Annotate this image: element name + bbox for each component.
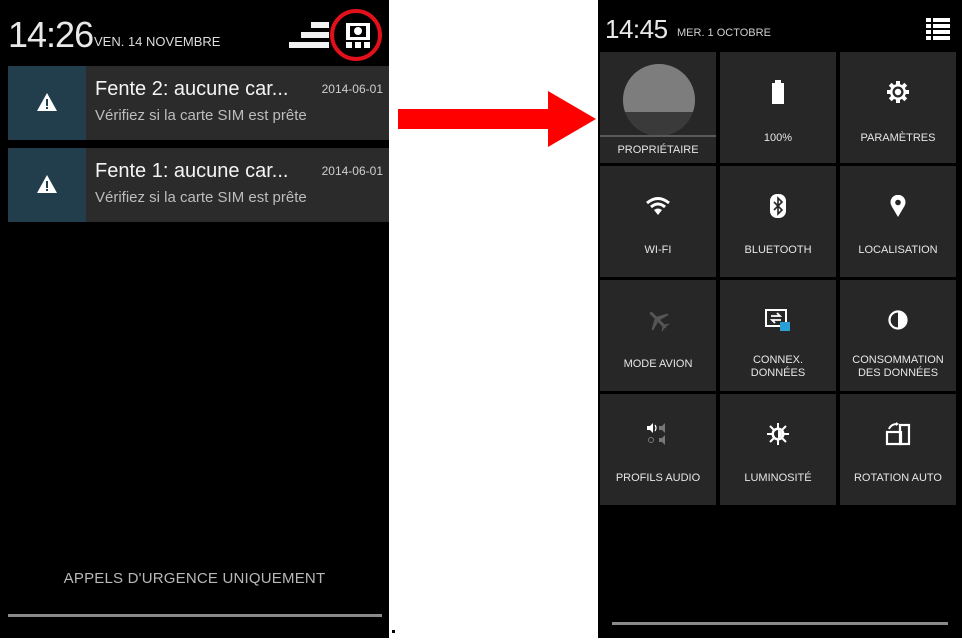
tile-location[interactable]: LOCALISATION (840, 166, 956, 277)
tile-label: 100% (763, 132, 793, 144)
battery-icon (720, 80, 836, 104)
tile-settings[interactable]: PARAMÈTRES (840, 52, 956, 163)
tile-label: WI-FI (644, 244, 672, 256)
clock: 14:45 (605, 14, 668, 44)
clock: 14:26 (8, 14, 94, 55)
auto-rotate-icon (840, 422, 956, 446)
tile-airplane-mode[interactable]: MODE AVION (600, 280, 716, 391)
quick-settings-panel: 14:45 MER. 1 OCTOBRE PROPRIÉTAIRE 100% P… (598, 0, 962, 638)
red-arrow-icon (398, 91, 596, 147)
wifi-icon (600, 194, 716, 218)
date: MER. 1 OCTOBRE (677, 27, 771, 39)
drag-handle[interactable] (612, 622, 948, 625)
warning-icon (8, 148, 86, 222)
notification-title: Fente 2: aucune car... (95, 78, 289, 100)
stray-dot (392, 630, 395, 633)
emergency-calls-only-label: APPELS D'URGENCE UNIQUEMENT (63, 570, 326, 587)
tile-label: ROTATION AUTO (853, 472, 942, 484)
tile-label: PROPRIÉTAIRE (617, 144, 699, 156)
data-connection-icon (720, 308, 836, 332)
clear-all-icon[interactable] (289, 22, 329, 50)
highlight-circle (330, 9, 382, 61)
brightness-icon (720, 422, 836, 446)
notification-time: 2014-06-01 (321, 164, 383, 178)
warning-icon (8, 66, 86, 140)
tile-bluetooth[interactable]: BLUETOOTH (720, 166, 836, 277)
tile-auto-rotate[interactable]: ROTATION AUTO (840, 394, 956, 505)
tile-label: LUMINOSITÉ (744, 472, 812, 484)
tile-wifi[interactable]: WI-FI (600, 166, 716, 277)
data-usage-icon (840, 308, 956, 332)
audio-profiles-icon (600, 422, 716, 446)
tile-brightness[interactable]: LUMINOSITÉ (720, 394, 836, 505)
tile-owner[interactable]: PROPRIÉTAIRE (600, 52, 716, 163)
tile-label: BLUETOOTH (744, 244, 812, 256)
gear-icon (840, 80, 956, 104)
notification-shade: 14:26 VEN. 14 NOVEMBRE Fente 2: aucune c… (0, 0, 389, 638)
notification-subtitle: Vérifiez si la carte SIM est prête (95, 189, 307, 206)
notification-title: Fente 1: aucune car... (95, 160, 289, 182)
notification-subtitle: Vérifiez si la carte SIM est prête (95, 107, 307, 124)
notification-item[interactable]: Fente 1: aucune car... 2014-06-01 Vérifi… (8, 148, 389, 222)
quick-settings-toggle-icon[interactable] (346, 23, 370, 49)
location-pin-icon (840, 194, 956, 218)
tile-label: LOCALISATION (858, 244, 938, 256)
notification-item[interactable]: Fente 2: aucune car... 2014-06-01 Vérifi… (8, 66, 389, 140)
avatar-icon (623, 64, 695, 136)
tile-battery[interactable]: 100% (720, 52, 836, 163)
tile-label: MODE AVION (623, 358, 693, 370)
tile-label: PARAMÈTRES (860, 132, 936, 144)
tile-audio-profiles[interactable]: PROFILS AUDIO (600, 394, 716, 505)
tile-data-usage[interactable]: CONSOMMATION DES DONNÉES (840, 280, 956, 391)
tile-label: CONSOMMATION DES DONNÉES (852, 354, 944, 379)
tile-label: PROFILS AUDIO (615, 472, 701, 484)
drag-handle[interactable] (8, 614, 382, 617)
date: VEN. 14 NOVEMBRE (94, 34, 221, 49)
notification-time: 2014-06-01 (321, 82, 383, 96)
tile-label: CONNEX. DONNÉES (750, 354, 806, 379)
notifications-toggle-icon[interactable] (926, 18, 950, 40)
bluetooth-icon (720, 194, 836, 218)
tile-data-connection[interactable]: CONNEX. DONNÉES (720, 280, 836, 391)
airplane-icon (600, 308, 716, 332)
